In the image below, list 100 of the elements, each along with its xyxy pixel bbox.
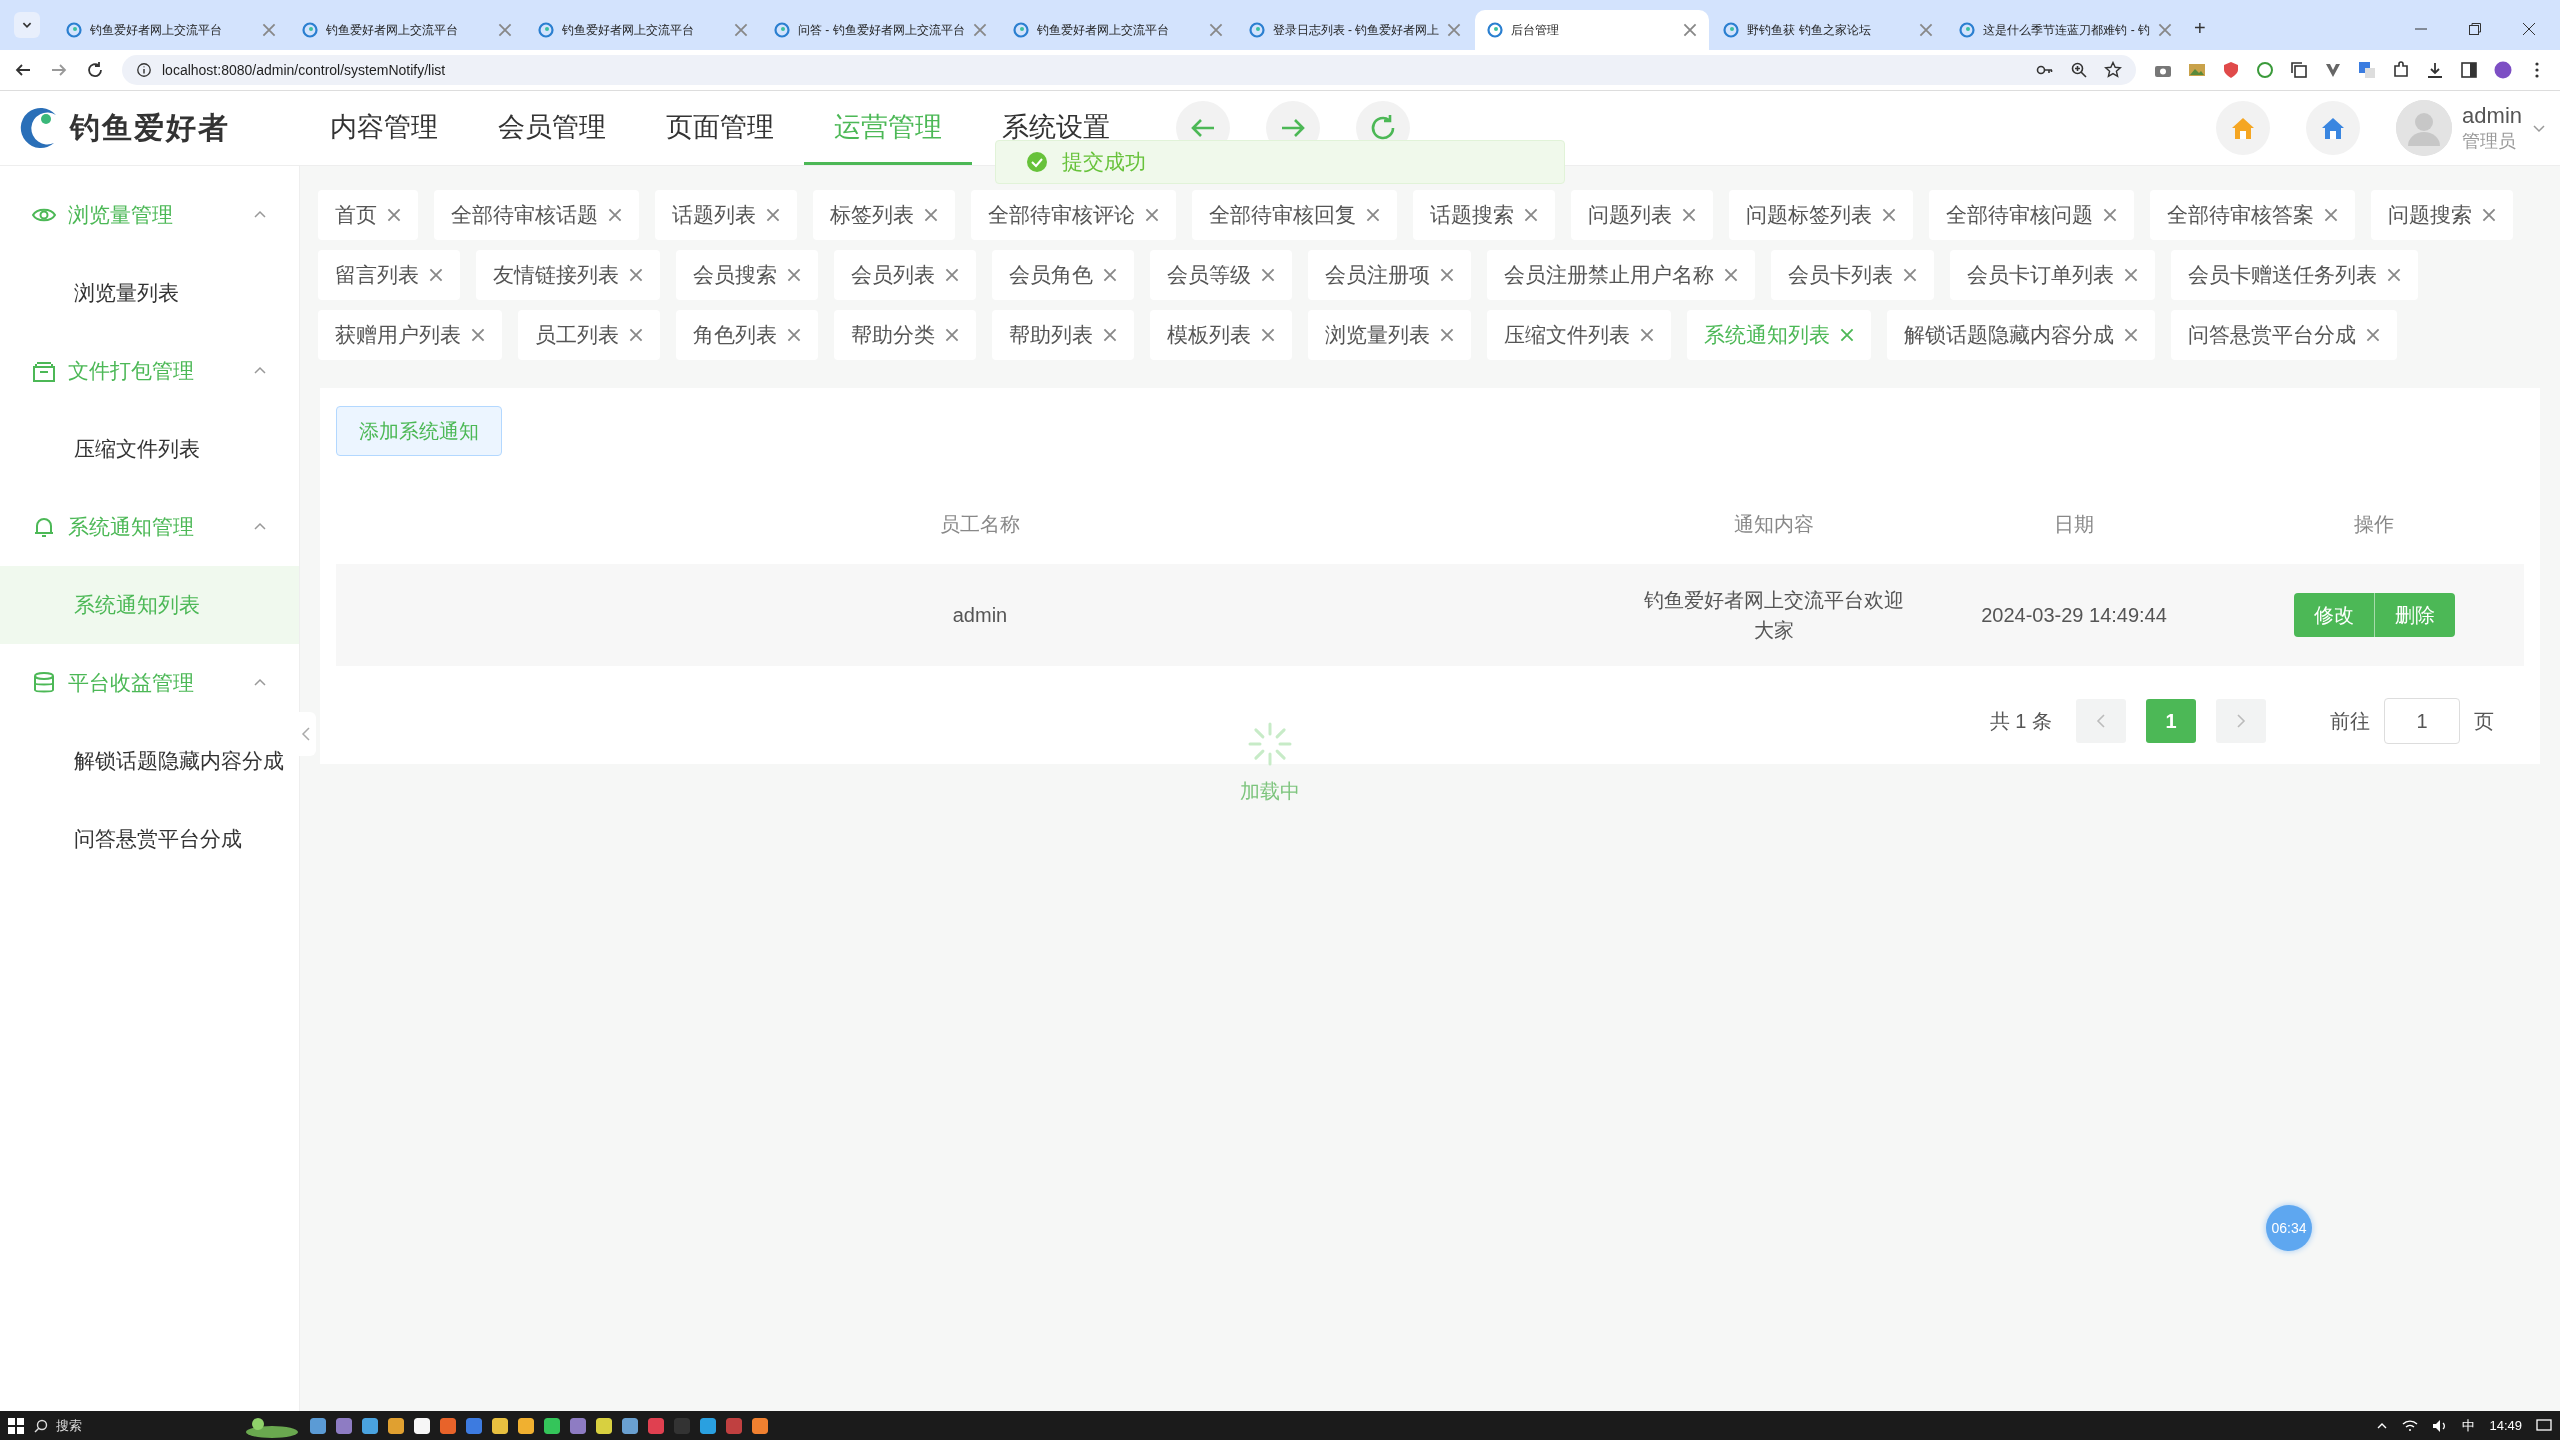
- browser-tab[interactable]: 问答 - 钓鱼爱好者网上交流平台: [762, 10, 999, 50]
- restore-icon[interactable]: [2468, 22, 2482, 36]
- tab-search-button[interactable]: [14, 12, 40, 38]
- taskbar-app-icon[interactable]: [414, 1417, 430, 1434]
- page-tag[interactable]: 模板列表: [1150, 310, 1292, 360]
- sidebar-item[interactable]: 问答悬赏平台分成: [0, 800, 299, 878]
- sidebar-item[interactable]: 压缩文件列表: [0, 410, 299, 488]
- close-icon[interactable]: [2522, 22, 2536, 36]
- browser-tab[interactable]: 这是什么季节连蓝刀都难钓 - 钓: [1947, 10, 2184, 50]
- profile-avatar-icon[interactable]: [2494, 61, 2512, 79]
- page-tag[interactable]: 会员卡赠送任务列表: [2171, 250, 2418, 300]
- page-tag[interactable]: 压缩文件列表: [1487, 310, 1671, 360]
- new-tab-button[interactable]: +: [2194, 17, 2206, 40]
- page-tag[interactable]: 帮助分类: [834, 310, 976, 360]
- page-tag[interactable]: 角色列表: [676, 310, 818, 360]
- address-bar[interactable]: localhost:8080/admin/control/systemNotify/list: [122, 55, 2136, 85]
- page-tag[interactable]: 会员等级: [1150, 250, 1292, 300]
- page-tag[interactable]: 帮助列表: [992, 310, 1134, 360]
- tab-close-icon[interactable]: [1447, 23, 1462, 37]
- page-tag[interactable]: 会员卡订单列表: [1950, 250, 2155, 300]
- taskbar-app-icon[interactable]: [518, 1417, 534, 1434]
- tab-close-icon[interactable]: [1683, 23, 1698, 37]
- browser-tab[interactable]: 钓鱼爱好者网上交流平台: [1000, 10, 1235, 50]
- browser-tab[interactable]: 野钓鱼获 钓鱼之家论坛: [1711, 10, 1946, 50]
- page-tag[interactable]: 全部待审核话题: [434, 190, 639, 240]
- side-panel-icon[interactable]: [2460, 61, 2478, 79]
- browser-tab[interactable]: 登录日志列表 - 钓鱼爱好者网上: [1236, 10, 1474, 50]
- reload-icon[interactable]: [86, 61, 104, 79]
- shield-icon[interactable]: [2222, 61, 2240, 79]
- notification-icon[interactable]: [2536, 1418, 2552, 1433]
- page-tag[interactable]: 员工列表: [518, 310, 660, 360]
- page-tag[interactable]: 问题搜索: [2371, 190, 2513, 240]
- image-icon[interactable]: [2188, 61, 2206, 79]
- page-tag[interactable]: 话题列表: [655, 190, 797, 240]
- copy-icon[interactable]: [2290, 61, 2308, 79]
- tab-close-icon[interactable]: [734, 23, 748, 37]
- sidebar-item[interactable]: 解锁话题隐藏内容分成: [0, 722, 299, 800]
- loading-text: 加载中: [1240, 779, 1300, 804]
- taskbar-app-icon[interactable]: [700, 1417, 716, 1434]
- taskbar-app-icon[interactable]: [752, 1417, 768, 1434]
- taskbar-app-icon[interactable]: [596, 1417, 612, 1434]
- star-icon[interactable]: [2104, 61, 2122, 79]
- taskbar-app-icon[interactable]: [622, 1417, 638, 1434]
- page-tag[interactable]: 首页: [318, 190, 418, 240]
- browser-tab[interactable]: 钓鱼爱好者网上交流平台: [526, 10, 760, 50]
- page-tag[interactable]: 话题搜索: [1413, 190, 1555, 240]
- page-tag[interactable]: 解锁话题隐藏内容分成: [1887, 310, 2155, 360]
- sidebar-item[interactable]: 浏览量列表: [0, 254, 299, 332]
- taskbar-app-icon[interactable]: [388, 1417, 404, 1434]
- page-tag[interactable]: 会员注册禁止用户名称: [1487, 250, 1755, 300]
- page-tag[interactable]: 留言列表: [318, 250, 460, 300]
- page-tag[interactable]: 获赠用户列表: [318, 310, 502, 360]
- taskbar-app-icon[interactable]: [310, 1417, 326, 1434]
- tab-close-icon[interactable]: [1208, 23, 1223, 37]
- tab-close-icon[interactable]: [2158, 23, 2172, 37]
- taskbar-app-icon[interactable]: [362, 1417, 378, 1434]
- v-logo-icon[interactable]: [2324, 61, 2342, 79]
- nav-tab[interactable]: 内容管理: [300, 91, 468, 165]
- browser-tab[interactable]: 后台管理: [1475, 10, 1710, 50]
- tab-close-icon[interactable]: [972, 23, 987, 37]
- page-tag[interactable]: 问题标签列表: [1729, 190, 1913, 240]
- collapse-handle[interactable]: [296, 712, 316, 756]
- wifi-icon[interactable]: [2402, 1418, 2419, 1433]
- clock[interactable]: 14:49: [2489, 1418, 2522, 1433]
- page-tag[interactable]: 友情链接列表: [476, 250, 660, 300]
- column-header: 员工名称: [939, 511, 1021, 537]
- nav-tab[interactable]: 页面管理: [636, 91, 804, 165]
- info-icon[interactable]: [136, 62, 152, 78]
- browser-tab[interactable]: 钓鱼爱好者网上交流平台: [290, 10, 524, 50]
- tab-close-icon[interactable]: [498, 23, 512, 37]
- column-header: 日期: [2053, 511, 2095, 537]
- page-input[interactable]: 1: [2384, 698, 2460, 744]
- page-tag[interactable]: 会员注册项: [1308, 250, 1471, 300]
- translate-icon[interactable]: [2358, 61, 2376, 79]
- page-tag[interactable]: 全部待审核答案: [2150, 190, 2355, 240]
- taskbar-app-icon[interactable]: [544, 1417, 560, 1434]
- tab-close-icon[interactable]: [262, 23, 276, 37]
- page-tag[interactable]: 全部待审核回复: [1192, 190, 1397, 240]
- tab-close-icon[interactable]: [1919, 23, 1934, 37]
- start-icon[interactable]: [8, 1417, 24, 1434]
- page-tag[interactable]: 问题列表: [1571, 190, 1713, 240]
- extension-icon[interactable]: [2256, 61, 2274, 79]
- taskbar-search[interactable]: 搜索: [34, 1416, 234, 1435]
- nav-tab[interactable]: 会员管理: [468, 91, 636, 165]
- page-tag[interactable]: 全部待审核问题: [1929, 190, 2134, 240]
- browser-tab[interactable]: 钓鱼爱好者网上交流平台: [54, 10, 288, 50]
- puzzle-icon[interactable]: [2392, 61, 2410, 79]
- page-tag[interactable]: 问答悬赏平台分成: [2171, 310, 2397, 360]
- download-icon[interactable]: [2426, 61, 2444, 79]
- page-tag[interactable]: 会员列表: [834, 250, 976, 300]
- page-tag[interactable]: 会员搜索: [676, 250, 818, 300]
- page-tag[interactable]: 标签列表: [813, 190, 955, 240]
- page-tag[interactable]: 会员角色: [992, 250, 1134, 300]
- page-tag[interactable]: 会员卡列表: [1771, 250, 1934, 300]
- taskbar-app-icon[interactable]: [492, 1417, 508, 1434]
- ime-indicator[interactable]: 中: [2462, 1416, 2476, 1435]
- page-tag[interactable]: 全部待审核评论: [971, 190, 1176, 240]
- zoom-icon[interactable]: [2070, 61, 2088, 79]
- chevron-left-icon: [2095, 713, 2107, 729]
- page-tag[interactable]: 浏览量列表: [1308, 310, 1471, 360]
